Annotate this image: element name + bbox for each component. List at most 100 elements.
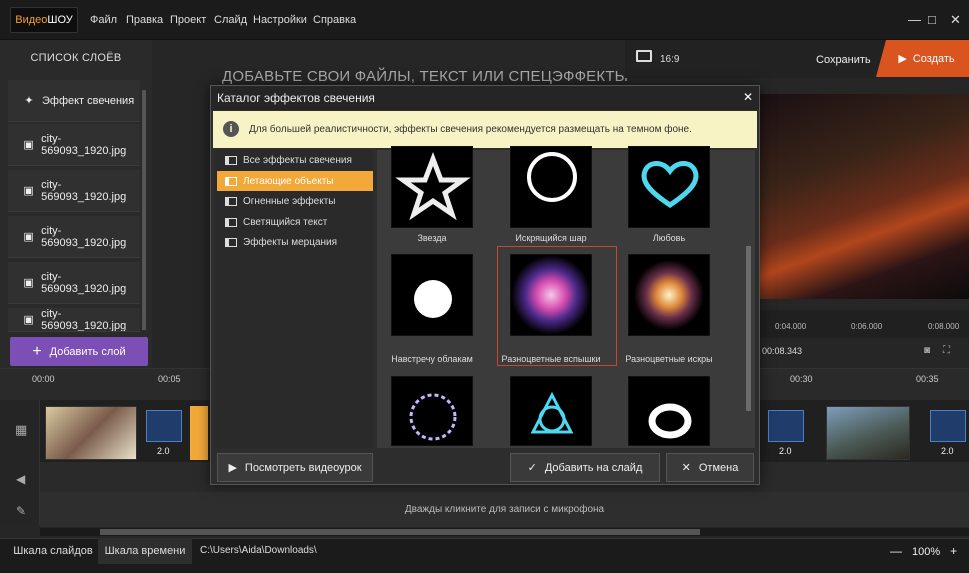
effect-thumb-love[interactable] bbox=[628, 146, 710, 228]
timeline-label: 00:30 bbox=[790, 374, 813, 384]
effect-thumb-star[interactable] bbox=[391, 146, 473, 228]
timeline-scrollbar[interactable] bbox=[40, 528, 969, 536]
film-icon: ▶ bbox=[898, 53, 907, 65]
zoom-in-icon[interactable]: + bbox=[950, 544, 957, 558]
effect-thumb-multicolor-flashes[interactable] bbox=[510, 254, 592, 336]
layer-item[interactable]: ▣ city-569093_1920.jpg bbox=[8, 308, 140, 332]
save-button[interactable]: Сохранить bbox=[816, 54, 871, 66]
layer-item[interactable]: ▣ city-569093_1920.jpg bbox=[8, 124, 140, 166]
x-icon: ✕ bbox=[681, 462, 691, 474]
effect-label: Любовь bbox=[652, 233, 686, 243]
menu-file[interactable]: Файл bbox=[90, 14, 117, 26]
transition-icon[interactable] bbox=[146, 410, 182, 442]
maximize-icon[interactable]: □ bbox=[928, 12, 936, 27]
monitor-icon[interactable] bbox=[636, 50, 652, 62]
layers-scrollbar[interactable] bbox=[142, 90, 146, 330]
ruler-tick: 0:08.000 bbox=[928, 322, 960, 331]
layer-item[interactable]: ✦ Эффект свечения bbox=[8, 80, 140, 122]
zoom-out-icon[interactable]: — bbox=[890, 544, 902, 558]
transition-duration: 2.0 bbox=[779, 446, 792, 456]
effect-thumb-knot[interactable] bbox=[510, 376, 592, 446]
effect-label: Разноцветные вспышки bbox=[501, 354, 601, 364]
transition-icon[interactable] bbox=[930, 410, 966, 442]
watch-tutorial-button[interactable]: ▶ Посмотреть видеоурок bbox=[217, 453, 373, 482]
effect-thumb-rings[interactable] bbox=[628, 376, 710, 446]
cancel-button[interactable]: ✕ Отмена bbox=[666, 453, 754, 482]
effect-thumb-clouds[interactable] bbox=[391, 254, 473, 336]
minimize-icon[interactable]: — bbox=[908, 12, 921, 27]
preview-video bbox=[760, 94, 969, 299]
plus-icon: + bbox=[32, 342, 42, 360]
center-title: ДОБАВЬТЕ СВОИ ФАЙЛЫ, ТЕКСТ ИЛИ СПЕЦЭФФЕК… bbox=[222, 68, 629, 85]
effect-thumb-multicolor-sparks[interactable] bbox=[628, 254, 710, 336]
ruler-tick: 0:04.000 bbox=[775, 322, 807, 331]
wand-icon: ✦ bbox=[24, 95, 34, 107]
timeline-label: 00:35 bbox=[916, 374, 939, 384]
image-icon: ▣ bbox=[23, 185, 34, 197]
menu-slide[interactable]: Слайд bbox=[214, 14, 247, 26]
menu-edit[interactable]: Правка bbox=[126, 14, 163, 26]
category-item[interactable]: Все эффекты свечения bbox=[217, 150, 373, 170]
image-icon: ▣ bbox=[23, 277, 34, 289]
category-item[interactable]: Эффекты мерцания bbox=[217, 232, 373, 252]
menu-settings[interactable]: Настройки bbox=[253, 14, 307, 26]
add-layer-button[interactable]: + Добавить слой bbox=[10, 337, 148, 366]
image-icon: ▣ bbox=[23, 314, 34, 326]
mic-track[interactable]: Дважды кликните для записи с микрофона bbox=[40, 492, 969, 527]
image-icon: ▣ bbox=[23, 231, 34, 243]
layer-item[interactable]: ▣ city-569093_1920.jpg bbox=[8, 170, 140, 212]
video-track-icon: ▦ bbox=[15, 422, 28, 437]
speaker-icon: ◀ bbox=[16, 472, 26, 486]
notice-banner: Для большей реалистичности, эффекты свеч… bbox=[213, 111, 757, 148]
layer-item[interactable]: ▣ city-569093_1920.jpg bbox=[8, 216, 140, 258]
transition-duration: 2.0 bbox=[941, 446, 954, 456]
effects-scrollbar[interactable] bbox=[746, 246, 751, 411]
zoom-level: 100% bbox=[912, 546, 941, 558]
app-logo: Видео ШОУ bbox=[10, 7, 78, 33]
glow-effects-dialog: Каталог эффектов свечения ✕ Для большей … bbox=[210, 85, 760, 485]
timeline-label: 00:00 bbox=[32, 374, 55, 384]
effect-label: Разноцветные искры bbox=[625, 354, 713, 364]
category-icon bbox=[225, 196, 237, 206]
effect-label: Навстречу облакам bbox=[391, 354, 473, 364]
dialog-close-icon[interactable]: ✕ bbox=[743, 90, 753, 104]
play-icon: ▶ bbox=[228, 462, 237, 474]
effect-label: Искрящийся шар bbox=[515, 233, 587, 243]
effect-thumb-ring[interactable] bbox=[391, 376, 473, 446]
fullscreen-icon[interactable]: ⛶ bbox=[943, 345, 950, 356]
current-time: 00:08.343 bbox=[762, 346, 803, 356]
category-item-selected[interactable]: Летающие объекты bbox=[217, 171, 373, 191]
info-icon: i bbox=[223, 121, 239, 137]
category-item[interactable]: Светящийся текст bbox=[217, 212, 373, 232]
selected-slide[interactable] bbox=[190, 406, 208, 460]
tab-timeline[interactable]: Шкала времени bbox=[98, 538, 192, 564]
effect-label: Звезда bbox=[417, 233, 447, 243]
timeline-label: 00:05 bbox=[158, 374, 181, 384]
menu-help[interactable]: Справка bbox=[313, 14, 356, 26]
aspect-ratio[interactable]: 16:9 bbox=[660, 54, 679, 65]
camera-icon[interactable]: ◙ bbox=[924, 345, 930, 356]
slide-clip[interactable] bbox=[826, 406, 910, 460]
category-item[interactable]: Огненные эффекты bbox=[217, 191, 373, 211]
close-icon[interactable]: ✕ bbox=[950, 12, 961, 28]
category-icon bbox=[225, 217, 237, 227]
menu-project[interactable]: Проект bbox=[170, 14, 206, 26]
layers-title: СПИСОК СЛОЁВ bbox=[30, 52, 122, 64]
category-icon bbox=[225, 176, 237, 186]
zoom-control: — 100% + bbox=[890, 544, 957, 558]
slide-clip[interactable] bbox=[45, 406, 137, 460]
image-icon: ▣ bbox=[23, 139, 34, 151]
category-icon bbox=[225, 155, 237, 165]
layer-item[interactable]: ▣ city-569093_1920.jpg bbox=[8, 262, 140, 304]
create-button[interactable]: ▶ Создать bbox=[876, 40, 969, 77]
tab-slides[interactable]: Шкала слайдов bbox=[8, 538, 98, 564]
check-icon: ✓ bbox=[527, 462, 537, 474]
transition-duration: 2.0 bbox=[157, 446, 170, 456]
effect-thumb-sparkle-ball[interactable] bbox=[510, 146, 592, 228]
project-path: C:\Users\Aida\Downloads\ bbox=[200, 545, 317, 556]
mic-icon: ✎ bbox=[16, 504, 27, 518]
ruler-tick: 0:06.000 bbox=[851, 322, 883, 331]
add-to-slide-button[interactable]: ✓ Добавить на слайд bbox=[510, 453, 660, 482]
transition-icon[interactable] bbox=[768, 410, 804, 442]
dialog-header: Каталог эффектов свечения bbox=[211, 86, 759, 110]
